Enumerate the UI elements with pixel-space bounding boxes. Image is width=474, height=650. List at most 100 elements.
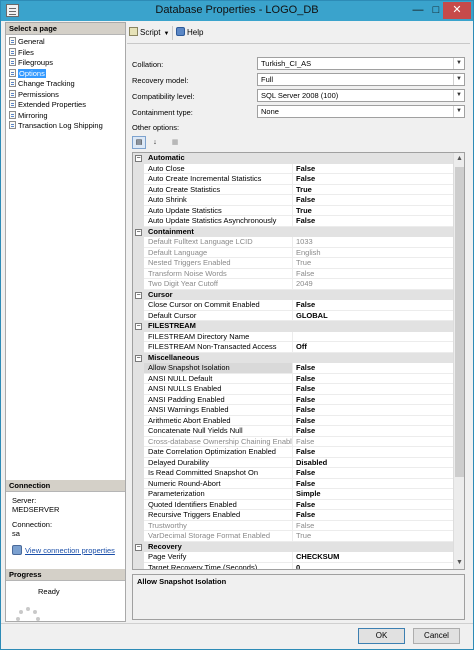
property-grid-scrollbar[interactable]: ▲ ▼ xyxy=(453,153,464,569)
property-name[interactable]: Auto Update Statistics xyxy=(144,205,293,216)
view-connection-properties-label[interactable]: View connection properties xyxy=(25,546,115,555)
page-item-filegroups[interactable]: Filegroups xyxy=(9,58,53,68)
chevron-down-icon[interactable]: ▼ xyxy=(453,74,464,85)
alphabetical-sort-icon[interactable]: ↓ xyxy=(148,136,162,149)
property-value[interactable]: False xyxy=(293,521,453,531)
property-value[interactable]: English xyxy=(293,248,453,258)
page-item-change-tracking[interactable]: Change Tracking xyxy=(9,79,75,89)
property-value[interactable]: True xyxy=(293,206,453,216)
property-value[interactable]: False xyxy=(293,405,453,416)
property-name[interactable]: Default Cursor xyxy=(144,310,293,321)
containment-type-select[interactable]: None ▼ xyxy=(257,105,465,118)
page-item-general[interactable]: General xyxy=(9,37,45,47)
property-name[interactable]: Numeric Round-Abort xyxy=(144,478,293,489)
property-name[interactable]: Allow Snapshot Isolation xyxy=(144,363,293,374)
page-item-files[interactable]: Files xyxy=(9,47,34,58)
property-name[interactable]: Auto Create Incremental Statistics xyxy=(144,174,293,185)
property-value[interactable]: False xyxy=(293,395,453,405)
property-value[interactable]: False xyxy=(293,269,453,279)
property-value[interactable]: Simple xyxy=(293,489,453,500)
property-name[interactable]: Page Verify xyxy=(144,552,293,563)
collation-select[interactable]: Turkish_CI_AS ▼ xyxy=(257,57,465,70)
collapse-icon[interactable]: − xyxy=(135,155,142,162)
property-value[interactable]: False xyxy=(293,195,453,206)
page-item-mirroring[interactable]: Mirroring xyxy=(9,110,48,121)
property-value[interactable]: False xyxy=(293,216,453,227)
compatibility-level-select[interactable]: SQL Server 2008 (100) ▼ xyxy=(257,89,465,102)
property-name[interactable]: Two Digit Year Cutoff xyxy=(144,279,293,290)
property-value[interactable]: False xyxy=(293,384,453,395)
script-button[interactable]: Script ▼ xyxy=(129,27,169,39)
collapse-icon[interactable]: − xyxy=(135,228,142,236)
property-name[interactable]: Target Recovery Time (Seconds) xyxy=(144,562,293,569)
property-value[interactable]: False xyxy=(293,374,453,384)
property-value[interactable]: False xyxy=(293,174,453,185)
property-value[interactable]: CHECKSUM xyxy=(293,552,453,563)
page-item-options[interactable]: Options xyxy=(9,68,46,79)
collapse-icon[interactable]: − xyxy=(135,543,142,551)
category-miscellaneous[interactable]: − Miscellaneous xyxy=(133,352,453,363)
property-name[interactable]: Default Fulltext Language LCID xyxy=(144,237,293,248)
property-name[interactable]: FILESTREAM Directory Name xyxy=(144,331,293,342)
close-button[interactable]: ✕ xyxy=(443,2,471,19)
chevron-down-icon[interactable]: ▼ xyxy=(453,106,464,117)
property-value[interactable]: True xyxy=(293,258,453,269)
property-name[interactable]: Auto Shrink xyxy=(144,195,293,206)
property-value[interactable]: True xyxy=(293,185,453,195)
property-value[interactable]: 2049 xyxy=(293,279,453,290)
property-name[interactable]: Delayed Durability xyxy=(144,457,293,468)
property-name[interactable]: ANSI NULLS Enabled xyxy=(144,384,293,395)
property-value[interactable]: False xyxy=(293,164,453,174)
collapse-icon[interactable]: − xyxy=(135,354,142,362)
page-item-transaction-log-shipping[interactable]: Transaction Log Shipping xyxy=(9,121,103,131)
category-cursor[interactable]: − Cursor xyxy=(133,289,453,300)
property-name[interactable]: Concatenate Null Yields Null xyxy=(144,426,293,437)
property-value[interactable]: False xyxy=(293,479,453,489)
property-value[interactable]: Off xyxy=(293,342,453,353)
property-value[interactable]: False xyxy=(293,500,453,510)
property-value[interactable]: 0 xyxy=(293,563,453,570)
property-value[interactable]: 1033 xyxy=(293,237,453,248)
property-name[interactable]: Nested Triggers Enabled xyxy=(144,258,293,269)
property-name[interactable]: Date Correlation Optimization Enabled xyxy=(144,447,293,458)
property-value[interactable]: False xyxy=(293,510,453,521)
property-value[interactable]: False xyxy=(293,468,453,479)
cancel-button[interactable]: Cancel xyxy=(413,628,460,644)
category-recovery[interactable]: − Recovery xyxy=(133,541,453,552)
property-value[interactable]: True xyxy=(293,531,453,542)
scroll-down-icon[interactable]: ▼ xyxy=(454,557,464,569)
property-name[interactable]: Quoted Identifiers Enabled xyxy=(144,499,293,510)
chevron-down-icon[interactable]: ▼ xyxy=(453,90,464,101)
property-name[interactable]: Transform Noise Words xyxy=(144,268,293,279)
property-value[interactable]: False xyxy=(293,300,453,311)
property-name[interactable]: Parameterization xyxy=(144,489,293,500)
property-value[interactable]: False xyxy=(293,426,453,437)
property-name[interactable]: Cross-database Ownership Chaining Enable… xyxy=(144,436,293,447)
scroll-up-icon[interactable]: ▲ xyxy=(454,153,464,165)
chevron-down-icon[interactable]: ▼ xyxy=(453,58,464,69)
property-name[interactable]: ANSI NULL Default xyxy=(144,373,293,384)
collapse-icon[interactable]: − xyxy=(135,323,142,330)
property-name[interactable]: Recursive Triggers Enabled xyxy=(144,510,293,521)
property-value[interactable]: False xyxy=(293,447,453,458)
recovery-model-select[interactable]: Full ▼ xyxy=(257,73,465,86)
categorized-view-icon[interactable]: ▤ xyxy=(132,136,146,149)
category-filestream[interactable]: − FILESTREAM xyxy=(133,321,453,332)
collapse-icon[interactable]: − xyxy=(135,291,142,299)
maximize-button[interactable]: □ xyxy=(429,2,443,19)
property-value[interactable]: False xyxy=(293,416,453,426)
category-automatic[interactable]: − Automatic xyxy=(133,153,453,164)
category-containment[interactable]: − Containment xyxy=(133,226,453,237)
script-dropdown-icon[interactable]: ▼ xyxy=(163,31,169,37)
property-name[interactable]: Close Cursor on Commit Enabled xyxy=(144,300,293,311)
property-name[interactable]: Auto Create Statistics xyxy=(144,184,293,195)
property-value[interactable]: GLOBAL xyxy=(293,311,453,321)
property-name[interactable]: Auto Close xyxy=(144,163,293,174)
view-connection-properties-link[interactable]: View connection properties xyxy=(12,545,115,555)
property-pages-icon[interactable]: ▦ xyxy=(168,136,182,149)
property-name[interactable]: Auto Update Statistics Asynchronously xyxy=(144,216,293,227)
property-name[interactable]: Arithmetic Abort Enabled xyxy=(144,415,293,426)
property-name[interactable]: VarDecimal Storage Format Enabled xyxy=(144,531,293,542)
title-bar[interactable]: Database Properties - LOGO_DB — □ ✕ xyxy=(1,1,473,21)
ok-button[interactable]: OK xyxy=(358,628,405,644)
